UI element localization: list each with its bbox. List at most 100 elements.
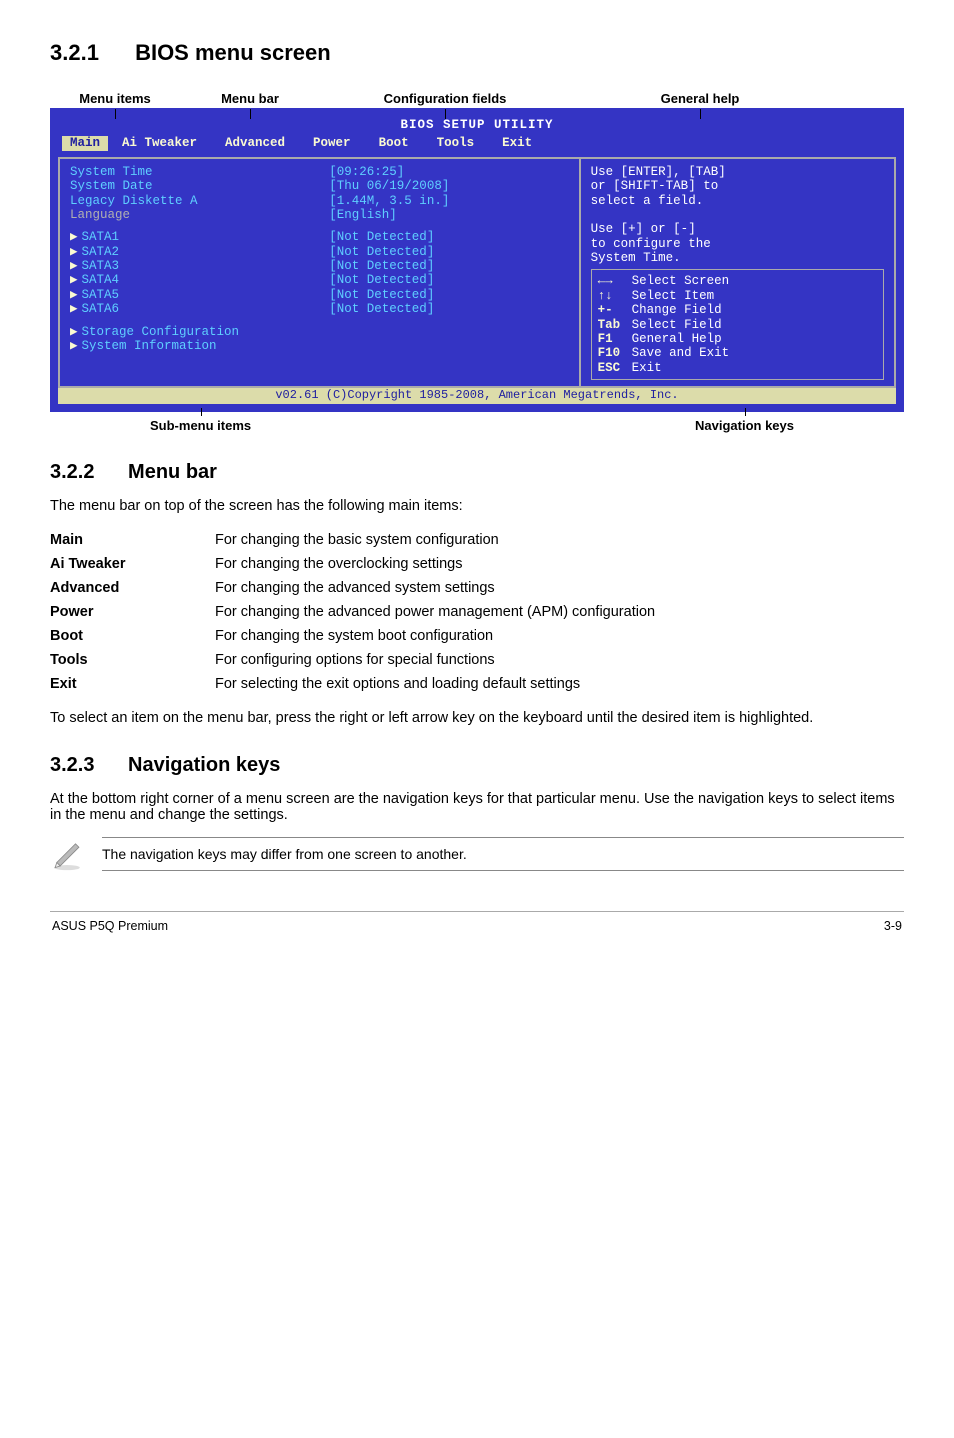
- section-321-heading: 3.2.1 BIOS menu screen: [50, 40, 904, 66]
- callout-menu-items: Menu items: [50, 91, 180, 106]
- bios-copyright-footer: v02.61 (C)Copyright 1985-2008, American …: [58, 388, 896, 404]
- help-text-line: to configure the: [591, 237, 884, 251]
- callout-navigation-keys: Navigation keys: [695, 418, 794, 433]
- menu-item-name: Main: [50, 528, 215, 552]
- nav-key-key: ESC: [598, 361, 632, 375]
- bios-field-row[interactable]: Language[English]: [70, 208, 569, 222]
- footer-right: 3-9: [884, 919, 902, 933]
- bios-field-label: ▶SATA4: [70, 273, 329, 287]
- section-322-outro: To select an item on the menu bar, press…: [50, 710, 904, 726]
- callout-config-fields: Configuration fields: [320, 91, 570, 106]
- bios-field-row[interactable]: ▶SATA2[Not Detected]: [70, 245, 569, 259]
- bios-field-label: ▶SATA6: [70, 302, 329, 316]
- bios-tab-exit[interactable]: Exit: [488, 136, 546, 150]
- bios-field-label: System Time: [70, 165, 329, 179]
- nav-key-desc: Select Screen: [632, 274, 730, 288]
- bios-field-label: ▶System Information: [70, 339, 329, 353]
- bios-field-value: [09:26:25]: [329, 165, 404, 179]
- bios-field-row[interactable]: ▶SATA3[Not Detected]: [70, 259, 569, 273]
- menu-item-desc: For configuring options for special func…: [215, 648, 655, 672]
- section-321-title: BIOS menu screen: [135, 40, 331, 65]
- help-text-line: or [SHIFT-TAB] to: [591, 179, 884, 193]
- bios-bottom-callouts: Sub-menu items Navigation keys: [50, 418, 904, 433]
- menu-item-desc: For changing the advanced system setting…: [215, 576, 655, 600]
- bios-field-label: Language: [70, 208, 329, 222]
- submenu-arrow-icon: ▶: [70, 273, 78, 287]
- section-323-title: Navigation keys: [128, 754, 280, 776]
- table-row: ToolsFor configuring options for special…: [50, 648, 655, 672]
- menu-item-name: Boot: [50, 624, 215, 648]
- nav-key-row: +-Change Field: [598, 303, 877, 317]
- bios-field-row[interactable]: System Date[Thu 06/19/2008]: [70, 179, 569, 193]
- nav-key-key: Tab: [598, 318, 632, 332]
- nav-key-row: ←→Select Screen: [598, 274, 877, 288]
- bios-top-callouts: Menu items Menu bar Configuration fields…: [50, 91, 904, 106]
- menu-item-name: Ai Tweaker: [50, 552, 215, 576]
- menu-item-name: Tools: [50, 648, 215, 672]
- bios-field-label: ▶SATA3: [70, 259, 329, 273]
- section-323-text: At the bottom right corner of a menu scr…: [50, 791, 904, 823]
- menu-bar-items-table: MainFor changing the basic system config…: [50, 528, 655, 696]
- bios-field-label: ▶SATA5: [70, 288, 329, 302]
- nav-key-desc: Select Field: [632, 318, 722, 332]
- bios-field-row[interactable]: ▶SATA6[Not Detected]: [70, 302, 569, 316]
- note-box: The navigation keys may differ from one …: [50, 837, 904, 871]
- footer-rule: [50, 911, 904, 912]
- help-text-line: [591, 208, 884, 222]
- bios-field-row[interactable]: ▶SATA4[Not Detected]: [70, 273, 569, 287]
- bios-tab-boot[interactable]: Boot: [365, 136, 423, 150]
- nav-key-row: ESCExit: [598, 361, 877, 375]
- menu-item-desc: For changing the overclocking settings: [215, 552, 655, 576]
- bios-tab-ai-tweaker[interactable]: Ai Tweaker: [108, 136, 211, 150]
- submenu-arrow-icon: ▶: [70, 259, 78, 273]
- bios-tab-tools[interactable]: Tools: [423, 136, 489, 150]
- submenu-arrow-icon: ▶: [70, 230, 78, 244]
- bios-field-value: [Thu 06/19/2008]: [329, 179, 449, 193]
- menu-item-name: Power: [50, 600, 215, 624]
- table-row: AdvancedFor changing the advanced system…: [50, 576, 655, 600]
- bios-field-row[interactable]: ▶SATA5[Not Detected]: [70, 288, 569, 302]
- bios-tab-power[interactable]: Power: [299, 136, 365, 150]
- bios-field-value: [Not Detected]: [329, 273, 434, 287]
- nav-key-key: +-: [598, 303, 632, 317]
- section-322-title: Menu bar: [128, 461, 217, 483]
- bios-tab-main[interactable]: Main: [62, 136, 108, 150]
- help-text-line: Use [+] or [-]: [591, 222, 884, 236]
- callout-menu-bar: Menu bar: [180, 91, 320, 106]
- nav-key-row: F10Save and Exit: [598, 346, 877, 360]
- callout-general-help: General help: [570, 91, 830, 106]
- bios-body: System Time[09:26:25]System Date[Thu 06/…: [58, 157, 896, 388]
- pencil-icon: [50, 837, 84, 871]
- bios-nav-key-box: ←→Select Screen↑↓Select Item+-Change Fie…: [591, 269, 884, 380]
- submenu-arrow-icon: ▶: [70, 302, 78, 316]
- menu-item-name: Exit: [50, 672, 215, 696]
- nav-key-key: F1: [598, 332, 632, 346]
- bios-field-label: ▶SATA1: [70, 230, 329, 244]
- bios-field-value: [Not Detected]: [329, 302, 434, 316]
- nav-key-desc: General Help: [632, 332, 722, 346]
- submenu-arrow-icon: ▶: [70, 339, 78, 353]
- bios-context-help: Use [ENTER], [TAB]or [SHIFT-TAB] toselec…: [591, 165, 884, 266]
- menu-item-desc: For changing the basic system configurat…: [215, 528, 655, 552]
- bios-left-panel: System Time[09:26:25]System Date[Thu 06/…: [60, 159, 581, 386]
- nav-key-key: ↑↓: [598, 289, 632, 303]
- bios-menu-bar: MainAi TweakerAdvancedPowerBootToolsExit: [58, 136, 896, 156]
- submenu-arrow-icon: ▶: [70, 288, 78, 302]
- bios-field-row[interactable]: ▶Storage Configuration: [70, 325, 569, 339]
- section-322-intro: The menu bar on top of the screen has th…: [50, 498, 904, 514]
- bios-field-row[interactable]: ▶System Information: [70, 339, 569, 353]
- menu-item-desc: For changing the system boot configurati…: [215, 624, 655, 648]
- menu-item-desc: For selecting the exit options and loadi…: [215, 672, 655, 696]
- bios-field-row[interactable]: ▶SATA1[Not Detected]: [70, 230, 569, 244]
- bios-right-panel: Use [ENTER], [TAB]or [SHIFT-TAB] toselec…: [581, 159, 894, 386]
- bios-field-value: [1.44M, 3.5 in.]: [329, 194, 449, 208]
- bios-field-value: [English]: [329, 208, 397, 222]
- bios-tab-advanced[interactable]: Advanced: [211, 136, 299, 150]
- bios-field-label: ▶Storage Configuration: [70, 325, 329, 339]
- page-footer: ASUS P5Q Premium 3-9: [50, 919, 904, 933]
- bios-field-row[interactable]: System Time[09:26:25]: [70, 165, 569, 179]
- bios-field-row[interactable]: Legacy Diskette A[1.44M, 3.5 in.]: [70, 194, 569, 208]
- table-row: Ai TweakerFor changing the overclocking …: [50, 552, 655, 576]
- bios-field-value: [Not Detected]: [329, 288, 434, 302]
- nav-key-row: F1General Help: [598, 332, 877, 346]
